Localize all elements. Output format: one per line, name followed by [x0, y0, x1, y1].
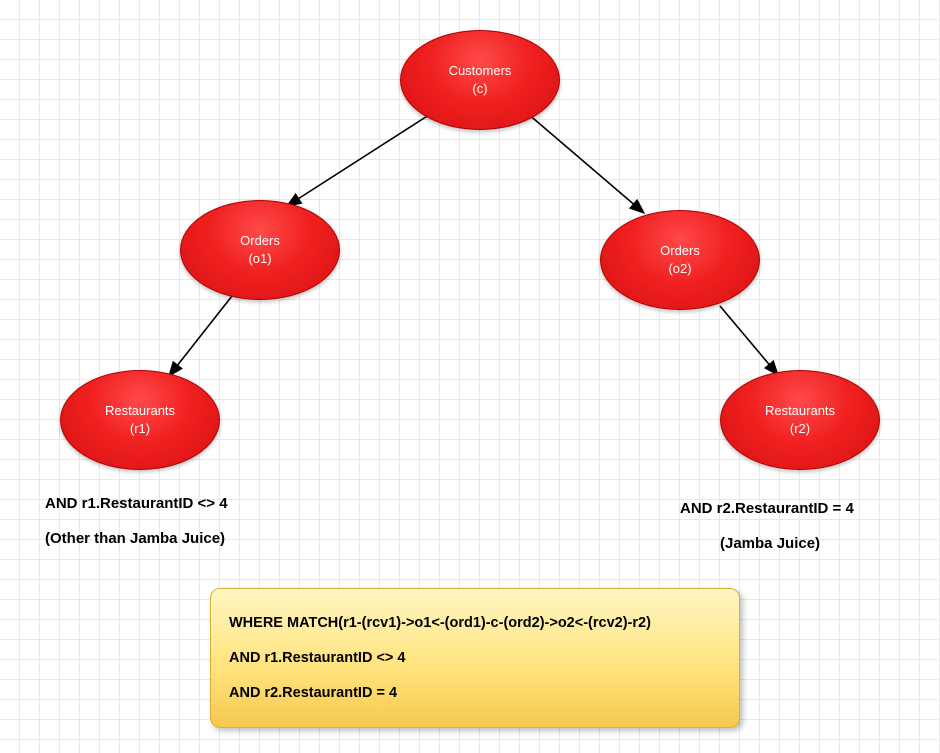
annotation-r1-note: (Other than Jamba Juice): [45, 530, 225, 547]
edge-c-o1: [287, 113, 432, 206]
node-label: Orders: [240, 232, 280, 250]
node-customers: Customers (c): [400, 30, 560, 130]
node-alias: (o1): [248, 250, 271, 268]
node-restaurants-r1: Restaurants (r1): [60, 370, 220, 470]
node-label: Orders: [660, 242, 700, 260]
node-alias: (o2): [668, 260, 691, 278]
code-line-filter1: AND r1.RestaurantID <> 4: [229, 650, 721, 666]
query-code-box: WHERE MATCH(r1-(rcv1)->o1<-(ord1)-c-(ord…: [210, 588, 740, 728]
edge-c-o2: [527, 113, 644, 213]
edge-o2-r2: [720, 306, 778, 375]
annotation-r2-condition: AND r2.RestaurantID = 4: [680, 500, 854, 517]
edge-o1-r1: [169, 296, 232, 376]
code-line-match: WHERE MATCH(r1-(rcv1)->o1<-(ord1)-c-(ord…: [229, 615, 721, 631]
node-alias: (r2): [790, 420, 810, 438]
node-orders-o1: Orders (o1): [180, 200, 340, 300]
node-alias: (r1): [130, 420, 150, 438]
code-line-filter2: AND r2.RestaurantID = 4: [229, 685, 721, 701]
annotation-r1-condition: AND r1.RestaurantID <> 4: [45, 495, 228, 512]
annotation-r2-note: (Jamba Juice): [720, 535, 820, 552]
node-label: Customers: [449, 62, 512, 80]
node-orders-o2: Orders (o2): [600, 210, 760, 310]
node-restaurants-r2: Restaurants (r2): [720, 370, 880, 470]
node-label: Restaurants: [105, 402, 175, 420]
node-alias: (c): [472, 80, 487, 98]
node-label: Restaurants: [765, 402, 835, 420]
